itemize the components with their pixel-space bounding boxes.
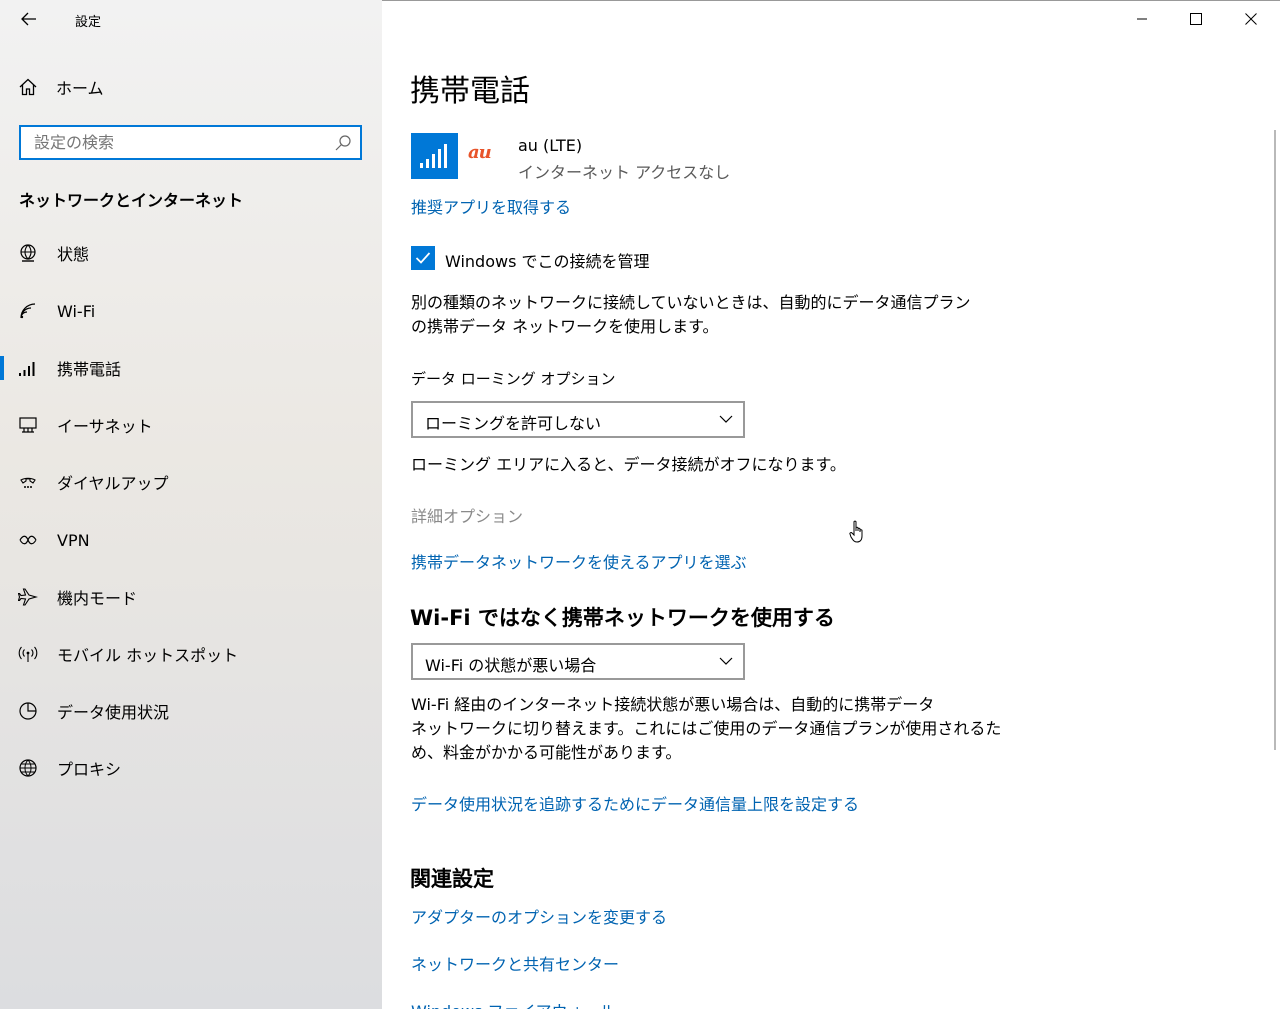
hand-cursor-icon [849, 520, 863, 543]
sidebar-item-label: 機内モード [57, 589, 138, 608]
minimize-button[interactable] [1115, 0, 1169, 38]
sidebar-item-proxy[interactable]: プロキシ [0, 748, 382, 788]
globe-icon [18, 758, 38, 778]
cellular-over-wifi-selected-value: Wi-Fi の状態が悪い場合 [425, 656, 597, 675]
sidebar-item-label: 携帯電話 [57, 360, 122, 379]
scrollbar[interactable] [1274, 130, 1276, 750]
sidebar-item-label: ダイヤルアップ [57, 474, 169, 493]
airplane-icon [18, 587, 38, 607]
app-title: 設定 [75, 15, 102, 30]
sidebar-item-airplane[interactable]: 機内モード [0, 577, 382, 617]
sidebar-item-ethernet[interactable]: イーサネット [0, 405, 382, 445]
back-arrow-icon [21, 12, 36, 26]
advanced-options-link[interactable]: 詳細オプション [411, 505, 523, 529]
sidebar-item-dialup[interactable]: ダイヤルアップ [0, 462, 382, 502]
choose-apps-link[interactable]: 携帯データネットワークを使えるアプリを選ぶ [411, 549, 747, 573]
dialup-icon [18, 472, 38, 492]
roaming-selected-value: ローミングを許可しない [425, 414, 602, 433]
checkmark-icon [415, 252, 431, 264]
chevron-down-icon [719, 657, 733, 665]
roaming-description: ローミング エリアに入ると、データ接続がオフになります。 [411, 455, 846, 474]
get-recommended-apps-link[interactable]: 推奨アプリを取得する [411, 194, 571, 218]
section-title: ネットワークとインターネット [19, 191, 244, 210]
sidebar-item-cellular[interactable]: 携帯電話 [0, 348, 382, 388]
search-input[interactable] [21, 127, 321, 158]
home-nav[interactable]: ホーム [18, 74, 104, 100]
sidebar-item-label: VPN [57, 530, 90, 550]
home-icon [19, 78, 37, 96]
cellular-icon [18, 358, 38, 378]
sidebar-item-status[interactable]: 状態 [0, 233, 382, 273]
main-pane: 携帯電話 au au (LTE) インターネット アクセスなし 推奨アプリを取得… [382, 0, 1280, 1009]
minimize-icon [1137, 18, 1147, 20]
chevron-down-icon [719, 415, 733, 423]
sidebar-item-label: イーサネット [57, 417, 153, 436]
sidebar: 設定 ホーム ネットワークとインターネット 状態 Wi-Fi 携帯電話 イーサネ… [0, 0, 382, 1009]
cellular-over-wifi-desc-line1: Wi-Fi 経由のインターネット接続状態が悪い場合は、自動的に携帯データ [411, 695, 935, 714]
related-settings-heading: 関連設定 [410, 867, 494, 891]
data-usage-icon [18, 701, 38, 721]
sidebar-item-label: Wi-Fi [57, 301, 96, 321]
home-label: ホーム [56, 79, 104, 98]
wifi-icon [18, 301, 38, 321]
ethernet-icon [18, 415, 38, 435]
manage-description-line2: の携帯データ ネットワークを使用します。 [411, 317, 719, 336]
cellular-over-wifi-desc-line3: め、料金がかかる可能性があります。 [411, 743, 682, 762]
carrier-status: インターネット アクセスなし [518, 163, 731, 182]
selected-indicator [0, 356, 4, 380]
sidebar-item-label: モバイル ホットスポット [57, 646, 239, 665]
manage-description-line1: 別の種類のネットワークに接続していないときは、自動的にデータ通信プラン [411, 293, 971, 312]
sidebar-item-data-usage[interactable]: データ使用状況 [0, 691, 382, 731]
data-limit-link[interactable]: データ使用状況を追跡するためにデータ通信量上限を設定する [411, 791, 859, 815]
globe-status-icon [18, 243, 38, 263]
carrier-name: au (LTE) [518, 136, 583, 155]
signal-bars-icon [420, 144, 447, 168]
carrier-logo: au [468, 142, 492, 163]
manage-connection-label[interactable]: Windows でこの接続を管理 [445, 248, 650, 272]
network-sharing-center-link[interactable]: ネットワークと共有センター [411, 951, 619, 975]
cellular-signal-tile [411, 133, 458, 179]
windows-firewall-link[interactable]: Windows ファイアウォール [411, 998, 616, 1009]
back-button[interactable] [16, 8, 42, 30]
cellular-over-wifi-heading: Wi-Fi ではなく携帯ネットワークを使用する [410, 606, 835, 630]
search-box[interactable] [19, 125, 362, 160]
sidebar-item-hotspot[interactable]: モバイル ホットスポット [0, 634, 382, 674]
sidebar-item-wifi[interactable]: Wi-Fi [0, 291, 382, 331]
sidebar-item-label: 状態 [57, 245, 90, 264]
hotspot-icon [18, 644, 38, 664]
maximize-icon [1190, 13, 1202, 25]
close-button[interactable] [1224, 0, 1278, 38]
cellular-over-wifi-dropdown[interactable]: Wi-Fi の状態が悪い場合 [411, 643, 745, 680]
maximize-button[interactable] [1169, 0, 1223, 38]
sidebar-item-label: プロキシ [57, 760, 122, 779]
search-icon[interactable] [334, 134, 352, 152]
sidebar-item-vpn[interactable]: VPN [0, 520, 382, 560]
title-bar: 設定 [0, 0, 382, 38]
roaming-dropdown[interactable]: ローミングを許可しない [411, 401, 745, 438]
cellular-over-wifi-desc-line2: ネットワークに切り替えます。これにはご使用のデータ通信プランが使用されるた [411, 719, 1002, 738]
sidebar-item-label: データ使用状況 [57, 703, 170, 722]
vpn-icon [18, 530, 38, 550]
page-title: 携帯電話 [410, 74, 530, 109]
adapter-options-link[interactable]: アダプターのオプションを変更する [411, 904, 667, 928]
close-icon [1245, 13, 1257, 25]
manage-connection-checkbox[interactable] [411, 246, 435, 270]
roaming-label: データ ローミング オプション [411, 370, 616, 388]
